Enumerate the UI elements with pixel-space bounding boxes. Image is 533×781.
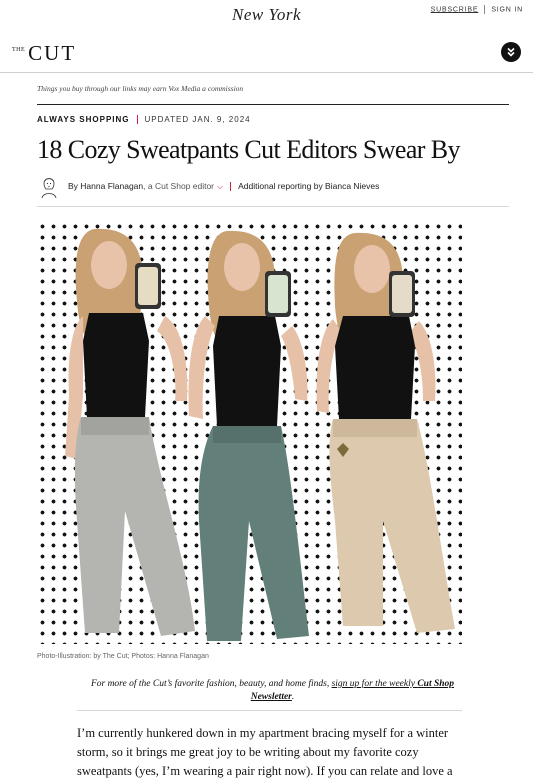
author-link[interactable]: Hanna Flanagan (80, 181, 143, 191)
chevron-down-icon[interactable]: ⌵ (217, 182, 223, 191)
logo-cut: CUT (28, 41, 77, 65)
logo-the: THE (12, 47, 26, 53)
divider (37, 104, 509, 105)
article-meta: ALWAYS SHOPPING UPDATED JAN. 9, 2024 (37, 115, 251, 125)
newsletter-suffix: . (291, 692, 295, 702)
article-headline: 18 Cozy Sweatpants Cut Editors Swear By (37, 135, 461, 164)
author-role: , a Cut Shop editor (143, 181, 215, 191)
subscribe-link[interactable]: SUBSCRIBE (431, 6, 479, 13)
top-bar: New York SUBSCRIBE SIGN IN (0, 0, 533, 28)
divider (37, 206, 509, 207)
the-cut-logo[interactable]: THE CUT (12, 41, 76, 66)
menu-button[interactable] (501, 42, 521, 62)
model-teal-sweatpants (188, 230, 309, 641)
rubric-link[interactable]: ALWAYS SHOPPING (37, 115, 130, 124)
double-chevron-down-icon (507, 47, 515, 57)
divider (136, 115, 138, 125)
author-avatar (41, 178, 57, 198)
sign-in-link[interactable]: SIGN IN (491, 6, 523, 13)
newsletter-prefix: For more of the Cut’s favorite fashion, … (90, 679, 332, 689)
sweatpants-photo-illustration (65, 228, 455, 641)
model-gray-sweatpants (65, 228, 195, 636)
site-header: THE CUT (0, 28, 533, 73)
article-body-paragraph: I’m currently hunkered down in my apartm… (77, 726, 453, 778)
updated-date: UPDATED JAN. 9, 2024 (144, 115, 251, 124)
divider (77, 710, 462, 711)
additional-reporting: Additional reporting by Bianca Nieves (238, 181, 380, 191)
account-links: SUBSCRIBE SIGN IN (431, 5, 523, 14)
newsletter-signup-link[interactable]: sign up for the weekly (332, 679, 418, 689)
divider (484, 5, 486, 14)
byline: By Hanna Flanagan, a Cut Shop editor ⌵ Add… (37, 174, 509, 198)
model-beige-sweatpants (316, 232, 455, 633)
affiliate-disclaimer: Things you buy through our links may ear… (37, 84, 244, 93)
image-caption: Photo-Illustration: by The Cut; Photos: … (37, 653, 209, 660)
byline-prefix: By (68, 181, 81, 191)
hero-image (37, 221, 462, 644)
newsletter-promo: For more of the Cut’s favorite fashion, … (80, 678, 465, 704)
byline-text: By Hanna Flanagan, a Cut Shop editor ⌵ Add… (68, 181, 379, 192)
divider (230, 182, 232, 192)
